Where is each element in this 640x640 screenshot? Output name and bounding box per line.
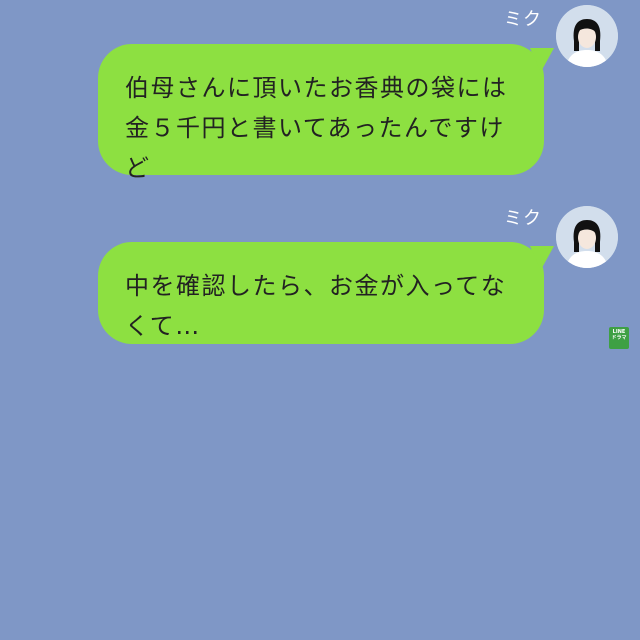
- avatar-icon: [556, 5, 618, 67]
- chat-area[interactable]: ミク 伯母さんに頂いたお香典の袋には 金５千円と書いてあったんですけ ど ミク …: [0, 0, 640, 640]
- message-line: ど: [125, 154, 151, 182]
- avatar[interactable]: [556, 5, 618, 67]
- watermark-line-2: ドラマ: [611, 335, 627, 341]
- message-line: 中を確認したら、お金が入ってな: [125, 272, 507, 300]
- message-bubble[interactable]: 伯母さんに頂いたお香典の袋には 金５千円と書いてあったんですけ ど: [98, 44, 554, 182]
- message-line: 伯母さんに頂いたお香典の袋には: [125, 74, 508, 102]
- bubble-tail: [530, 48, 554, 72]
- line-drama-logo: LINE ドラマ: [609, 327, 629, 349]
- sender-name: ミク: [504, 208, 542, 229]
- bubble-tail: [530, 246, 554, 270]
- avatar-icon: [556, 206, 618, 268]
- message-line: くて…: [125, 312, 201, 340]
- avatar[interactable]: [556, 206, 618, 268]
- message-line: 金５千円と書いてあったんですけ: [125, 114, 505, 142]
- sender-name: ミク: [504, 9, 542, 30]
- message-bubble[interactable]: 中を確認したら、お金が入ってな くて…: [98, 242, 554, 344]
